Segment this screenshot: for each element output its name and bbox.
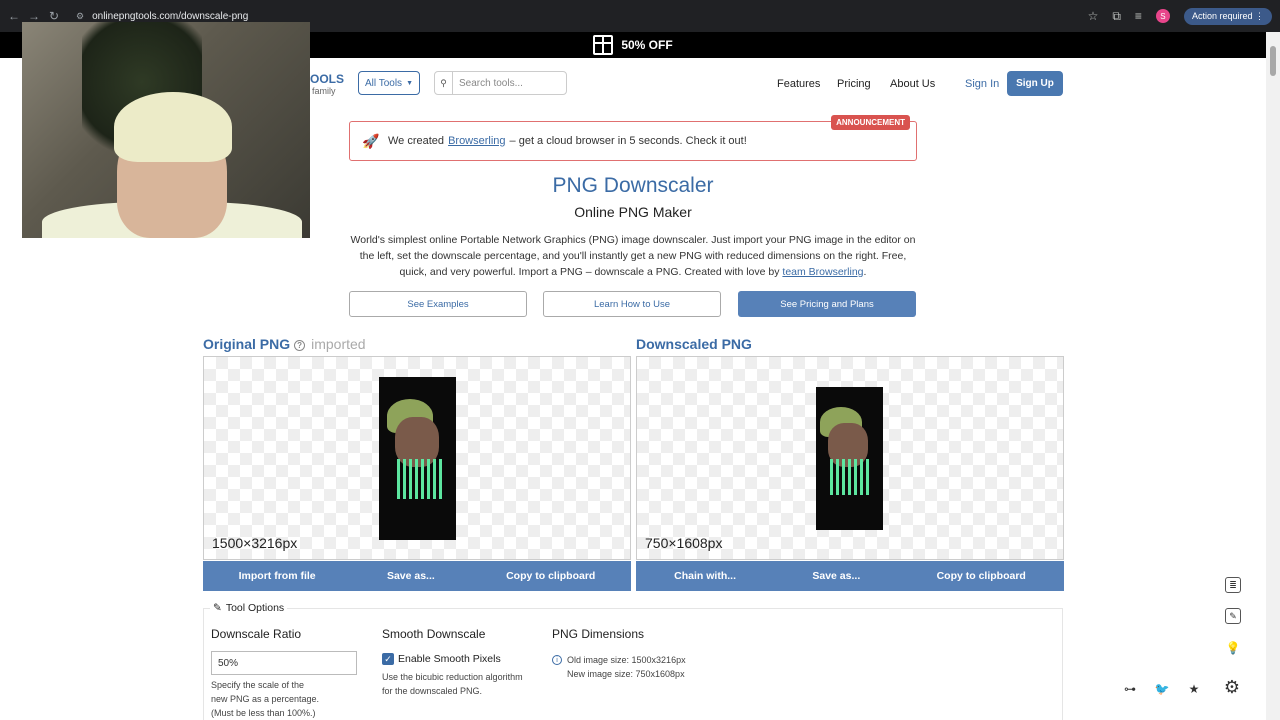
new-image-size: New image size: 750x1608px xyxy=(567,669,685,679)
tool-options-label: Tool Options xyxy=(225,602,285,614)
sign-in-link[interactable]: Sign In xyxy=(965,78,999,90)
smooth-pixels-label[interactable]: Enable Smooth Pixels xyxy=(398,653,501,665)
page-title: PNG Downscaler xyxy=(552,174,714,197)
rocket-icon: 🚀 xyxy=(362,133,380,149)
bookmark-star-icon[interactable]: ☆ xyxy=(1088,9,1099,23)
announcement-prefix: We created xyxy=(388,135,445,147)
team-browserling-link[interactable]: team Browserling xyxy=(782,266,863,278)
forward-icon[interactable]: → xyxy=(24,9,44,23)
logo-text: OOLS xyxy=(310,72,345,86)
action-required-label: Action required xyxy=(1191,10,1253,21)
star-icon[interactable]: ★ xyxy=(1184,679,1204,699)
original-copy-button[interactable]: Copy to clipboard xyxy=(506,570,595,582)
downscaled-dimensions: 750×1608px xyxy=(645,535,723,551)
logo-subtext: family xyxy=(312,86,336,96)
search-input[interactable]: ⚲ Search tools... xyxy=(434,71,567,95)
address-bar[interactable]: ⚙ onlinepngtools.com/downscale-png xyxy=(76,11,248,22)
profile-avatar[interactable]: S xyxy=(1155,9,1170,23)
wrench-icon[interactable]: ✎ xyxy=(1225,608,1241,624)
url-text: onlinepngtools.com/downscale-png xyxy=(92,10,249,22)
learn-how-to-use-button[interactable]: Learn How to Use xyxy=(543,291,721,317)
nav-pricing[interactable]: Pricing xyxy=(837,78,871,90)
browserling-link[interactable]: Browserling xyxy=(448,135,505,147)
site-info-icon[interactable]: ⚙ xyxy=(76,11,84,22)
original-status: imported xyxy=(311,336,366,352)
png-dimensions-heading: PNG Dimensions xyxy=(552,627,645,641)
caret-down-icon: ▼ xyxy=(406,79,413,87)
page-subtitle: Online PNG Maker xyxy=(574,204,692,220)
original-title-text: Original PNG xyxy=(203,336,291,352)
all-tools-label: All Tools xyxy=(365,77,403,89)
tool-options-legend: ✎ Tool Options xyxy=(210,602,288,614)
downscale-ratio-input[interactable]: 50% xyxy=(211,651,357,675)
ratio-value: 50% xyxy=(218,657,239,669)
original-image xyxy=(379,377,456,540)
see-examples-button[interactable]: See Examples xyxy=(349,291,527,317)
all-tools-dropdown[interactable]: All Tools ▼ xyxy=(358,71,420,95)
gift-icon xyxy=(593,35,614,55)
smooth-pixels-checkbox[interactable]: ✓ xyxy=(382,653,394,665)
lightbulb-icon[interactable]: 💡 xyxy=(1223,638,1243,658)
announcement-suffix: – get a cloud browser in 5 seconds. Chec… xyxy=(509,135,747,147)
reload-icon[interactable]: ↻ xyxy=(44,9,64,23)
chain-with-button[interactable]: Chain with... xyxy=(674,570,736,582)
announcement-banner: 🚀 We created Browserling – get a cloud b… xyxy=(349,115,917,161)
site-logo[interactable]: OOLS family xyxy=(310,72,345,96)
search-icon: ⚲ xyxy=(435,72,453,94)
scrollbar-thumb[interactable] xyxy=(1270,46,1276,76)
sign-up-button[interactable]: Sign Up xyxy=(1007,71,1063,96)
search-placeholder: Search tools... xyxy=(459,77,523,89)
original-save-as-button[interactable]: Save as... xyxy=(387,570,435,582)
action-required-button[interactable]: Action required ⋮ xyxy=(1183,7,1272,25)
downscaled-image xyxy=(816,387,883,530)
smooth-help: Use the bicubic reduction algorithm for … xyxy=(382,670,523,698)
ratio-help-line: Specify the scale of the xyxy=(211,680,305,690)
magic-wand-icon: ✎ xyxy=(213,602,222,614)
ratio-help: Specify the scale of the new PNG as a pe… xyxy=(211,678,319,720)
webcam-hat xyxy=(114,92,232,162)
media-icon[interactable]: ≡ xyxy=(1135,9,1142,23)
original-action-bar: Import from file Save as... Copy to clip… xyxy=(203,561,631,591)
promo-text: 50% OFF xyxy=(621,38,673,52)
original-panel-title: Original PNG? imported xyxy=(203,336,366,352)
ratio-help-line: (Must be less than 100%.) xyxy=(211,708,316,718)
smooth-downscale-heading: Smooth Downscale xyxy=(382,627,486,641)
downscaled-action-bar: Chain with... Save as... Copy to clipboa… xyxy=(636,561,1064,591)
twitter-icon[interactable]: 🐦 xyxy=(1152,679,1172,699)
announcement-tag: ANNOUNCEMENT xyxy=(831,115,910,130)
original-dimensions: 1500×3216px xyxy=(212,535,298,551)
smooth-help-line: Use the bicubic reduction algorithm xyxy=(382,672,523,682)
info-icon: i xyxy=(552,655,562,665)
downscaled-panel-title: Downscaled PNG xyxy=(636,336,752,352)
list-icon[interactable]: ≣ xyxy=(1225,577,1241,593)
downscaled-image-viewer[interactable]: 750×1608px xyxy=(636,356,1064,560)
smooth-help-line: for the downscaled PNG. xyxy=(382,686,483,696)
extensions-icon[interactable]: ⧉ xyxy=(1112,9,1121,24)
page-scrollbar[interactable] xyxy=(1266,32,1280,720)
image-beard xyxy=(397,459,443,499)
downscale-ratio-heading: Downscale Ratio xyxy=(211,627,302,641)
link-icon[interactable]: ⊶ xyxy=(1120,679,1140,699)
page-description: World's simplest online Portable Network… xyxy=(350,234,916,278)
dimensions-info: Old image size: 1500x3216px New image si… xyxy=(567,653,686,681)
downscaled-save-as-button[interactable]: Save as... xyxy=(812,570,860,582)
original-image-editor[interactable]: 1500×3216px xyxy=(203,356,631,560)
old-image-size: Old image size: 1500x3216px xyxy=(567,655,686,665)
webcam-overlay xyxy=(22,22,310,238)
see-pricing-button[interactable]: See Pricing and Plans xyxy=(738,291,916,317)
gear-icon[interactable]: ⚙ xyxy=(1222,677,1242,697)
help-icon[interactable]: ? xyxy=(294,339,306,351)
image-beard xyxy=(830,459,872,495)
downscaled-copy-button[interactable]: Copy to clipboard xyxy=(937,570,1026,582)
ratio-help-line: new PNG as a percentage. xyxy=(211,694,320,704)
nav-features[interactable]: Features xyxy=(777,78,820,90)
nav-about-us[interactable]: About Us xyxy=(890,78,935,90)
back-icon[interactable]: ← xyxy=(4,9,24,23)
import-from-file-button[interactable]: Import from file xyxy=(239,570,316,582)
